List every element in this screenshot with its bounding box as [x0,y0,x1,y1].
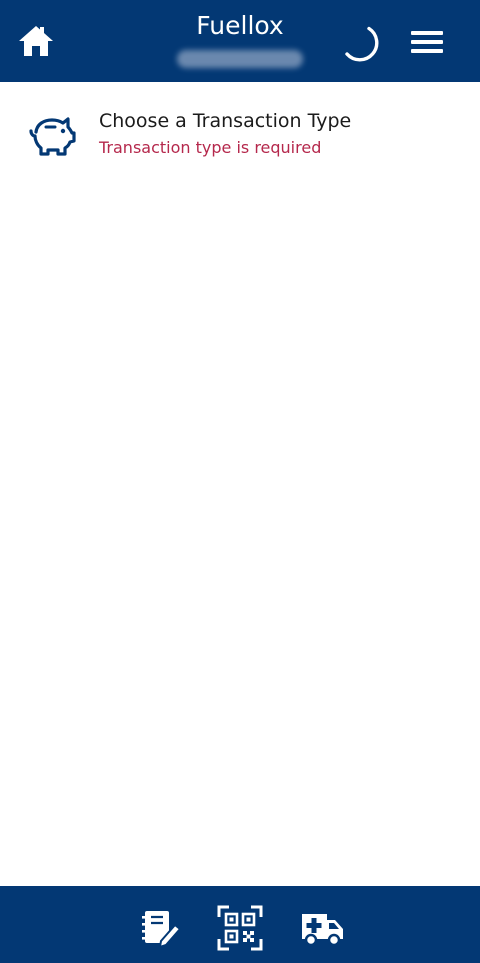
main-content: Choose a Transaction Type Transaction ty… [0,82,480,886]
transaction-type-error: Transaction type is required [99,138,322,157]
transaction-icon-wrapper [28,114,78,158]
loading-spinner-icon [345,26,379,62]
bottom-nav-bar [0,886,480,963]
home-button[interactable] [16,22,56,60]
menu-button[interactable] [405,24,449,60]
transaction-type-selector[interactable]: Choose a Transaction Type Transaction ty… [0,102,480,172]
app-title: Fuellox [196,11,284,40]
bottom-nav-emergency-button[interactable] [298,904,346,952]
qr-code-scan-icon [217,905,263,951]
account-subtitle-redacted [177,50,303,68]
sync-button[interactable] [337,20,381,64]
screen: Fuellox Choose a Transaction Type Transa… [0,0,480,963]
top-app-bar: Fuellox [0,0,480,82]
home-icon [19,26,53,56]
title-block: Fuellox [140,10,340,68]
bottom-nav-notes-button[interactable] [136,904,184,952]
hamburger-menu-icon [411,31,443,53]
piggy-bank-icon [29,117,76,156]
edit-notes-icon [142,911,181,949]
ambulance-truck-icon [302,914,343,947]
transaction-type-title: Choose a Transaction Type [99,110,352,132]
bottom-nav-qr-button[interactable] [216,904,264,952]
